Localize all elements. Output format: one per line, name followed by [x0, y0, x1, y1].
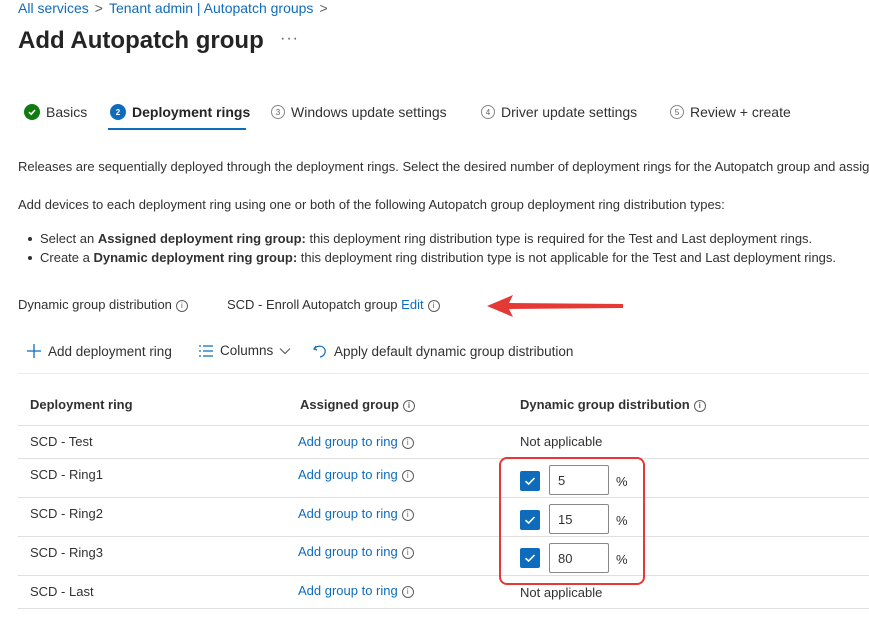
header-deployment-ring[interactable]: Deployment ring	[30, 397, 133, 412]
header-assigned-group-label: Assigned group	[300, 397, 399, 412]
tab-review-create[interactable]: 5 Review + create	[670, 104, 791, 120]
table-row-ring-name: SCD - Test	[30, 434, 93, 449]
apply-default-label: Apply default dynamic group distribution	[334, 343, 574, 359]
bullet-dynamic-post: this deployment ring distribution type i…	[297, 250, 837, 265]
bullet-assigned-bold: Assigned deployment ring group:	[97, 231, 306, 246]
info-icon[interactable]: i	[401, 469, 414, 482]
tab-review-create-label: Review + create	[690, 104, 791, 120]
add-group-link-text: Add group to ring	[298, 544, 398, 559]
breadcrumb-separator-icon: >	[94, 0, 103, 16]
undo-icon	[313, 345, 326, 358]
bullet-assigned-post: this deployment ring distribution type i…	[305, 231, 813, 246]
info-icon[interactable]: i	[401, 585, 414, 598]
breadcrumb-separator-icon: >	[319, 0, 328, 16]
tab-deployment-rings[interactable]: 2 Deployment rings	[110, 104, 250, 120]
bullet-assigned: Select an Assigned deployment ring group…	[27, 231, 813, 246]
row-divider	[18, 608, 869, 609]
not-applicable-text: Not applicable	[520, 434, 603, 449]
chevron-down-icon	[279, 347, 291, 354]
info-icon[interactable]: i	[693, 399, 706, 412]
table-row-ring-name: SCD - Ring2	[30, 506, 103, 521]
active-tab-indicator	[108, 128, 246, 130]
bullet-dynamic-pre: Create a	[40, 250, 94, 265]
row-divider	[18, 575, 869, 576]
info-icon[interactable]: i	[401, 436, 414, 449]
step-number-icon: 3	[271, 105, 285, 119]
columns-button[interactable]: Columns	[198, 343, 291, 358]
add-group-link-text: Add group to ring	[298, 506, 398, 521]
intro-text: Releases are sequentially deployed throu…	[18, 159, 869, 174]
tab-deployment-rings-label: Deployment rings	[132, 104, 251, 120]
dynamic-group-name: SCD - Enroll Autopatch group	[227, 297, 398, 312]
table-row-ring-name: SCD - Ring1	[30, 467, 103, 482]
add-group-link-text: Add group to ring	[298, 434, 398, 449]
header-assigned-group[interactable]: Assigned group i	[300, 397, 415, 412]
header-dynamic-distribution-label: Dynamic group distribution	[520, 397, 690, 412]
edit-link[interactable]: Edit	[401, 297, 423, 312]
row-divider	[18, 425, 869, 426]
plus-icon	[27, 344, 41, 358]
info-icon[interactable]: i	[401, 546, 414, 559]
tab-driver-update-settings[interactable]: 4 Driver update settings	[481, 104, 637, 120]
add-group-to-ring-link[interactable]: Add group to ring i	[298, 467, 414, 482]
info-icon[interactable]: i	[402, 399, 415, 412]
tab-basics[interactable]: Basics	[24, 104, 87, 120]
more-options-icon[interactable]: ···	[280, 30, 299, 48]
info-icon[interactable]: i	[175, 299, 188, 312]
table-row-ring-name: SCD - Last	[30, 584, 94, 599]
add-group-to-ring-link[interactable]: Add group to ring i	[298, 434, 414, 449]
add-group-to-ring-link[interactable]: Add group to ring i	[298, 583, 414, 598]
tab-windows-update-settings[interactable]: 3 Windows update settings	[271, 104, 447, 120]
bullet-dynamic: Create a Dynamic deployment ring group: …	[27, 250, 837, 265]
bullet-dynamic-bold: Dynamic deployment ring group:	[93, 250, 298, 265]
header-dynamic-distribution[interactable]: Dynamic group distribution i	[520, 397, 706, 412]
add-devices-text: Add devices to each deployment ring usin…	[18, 197, 725, 212]
bullet-assigned-pre: Select an	[40, 231, 98, 246]
add-group-link-text: Add group to ring	[298, 583, 398, 598]
tab-basics-label: Basics	[46, 104, 88, 120]
step-number-icon: 2	[110, 104, 126, 120]
info-icon[interactable]: i	[401, 508, 414, 521]
breadcrumb-all-services[interactable]: All services	[18, 0, 89, 16]
add-group-to-ring-link[interactable]: Add group to ring i	[298, 544, 414, 559]
annotation-highlight-box	[499, 457, 645, 585]
dynamic-group-distribution-label: Dynamic group distribution i	[18, 297, 188, 312]
row-divider	[18, 536, 869, 537]
add-group-link-text: Add group to ring	[298, 467, 398, 482]
add-deployment-ring-label: Add deployment ring	[48, 343, 172, 359]
table-row-ring-name: SCD - Ring3	[30, 545, 103, 560]
red-arrow-icon	[487, 295, 623, 317]
row-divider	[18, 497, 869, 498]
step-number-icon: 5	[670, 105, 684, 119]
row-divider	[18, 458, 869, 459]
breadcrumb-tenant-admin[interactable]: Tenant admin | Autopatch groups	[109, 0, 313, 16]
tab-windows-update-label: Windows update settings	[291, 104, 447, 120]
apply-default-distribution-button[interactable]: Apply default dynamic group distribution	[312, 343, 573, 359]
page-title: Add Autopatch group	[18, 27, 264, 54]
add-group-to-ring-link[interactable]: Add group to ring i	[298, 506, 414, 521]
columns-label: Columns	[220, 343, 274, 358]
dynamic-label-text: Dynamic group distribution	[18, 297, 172, 312]
tab-driver-update-label: Driver update settings	[501, 104, 638, 120]
dynamic-group-value: SCD - Enroll Autopatch group Edit i	[227, 297, 440, 312]
columns-icon	[199, 344, 213, 357]
breadcrumb: All services > Tenant admin | Autopatch gr…	[18, 0, 334, 16]
add-deployment-ring-button[interactable]: Add deployment ring	[26, 343, 172, 359]
check-circle-icon	[24, 104, 40, 120]
not-applicable-text: Not applicable	[520, 585, 603, 600]
table-top-border	[18, 373, 869, 374]
info-icon[interactable]: i	[427, 299, 440, 312]
step-number-icon: 4	[481, 105, 495, 119]
